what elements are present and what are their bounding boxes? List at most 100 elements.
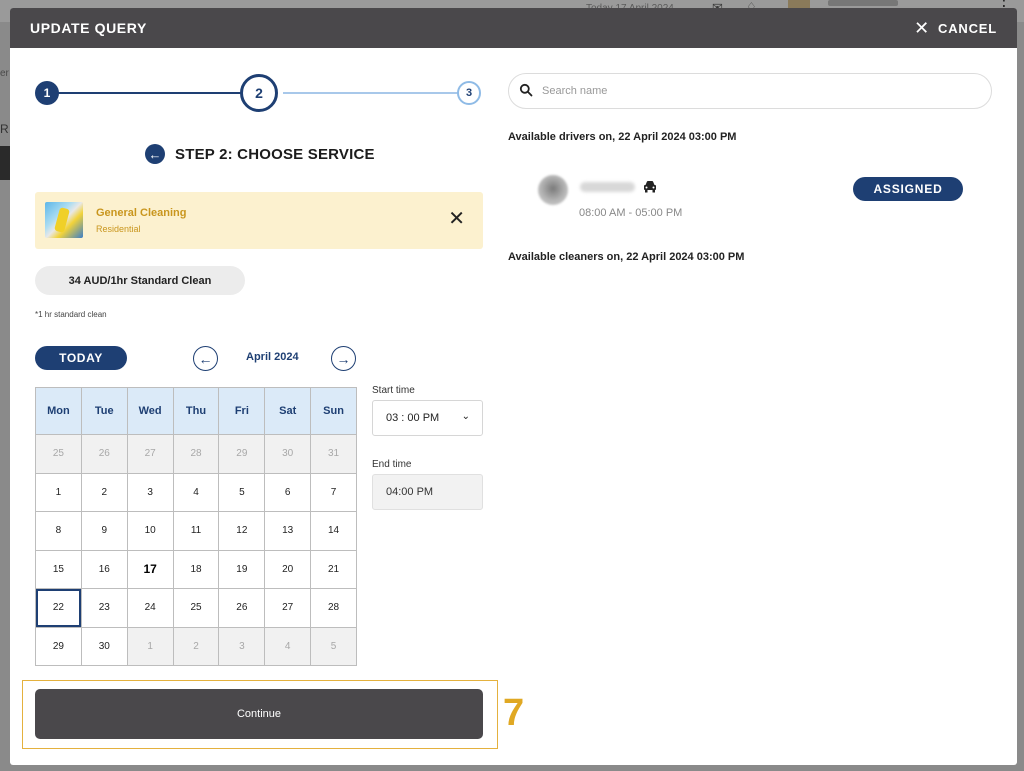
close-icon: ✕ — [914, 18, 931, 38]
calendar-day[interactable]: 11 — [172, 511, 220, 551]
calendar-day[interactable]: 25 — [172, 588, 220, 628]
calendar-day[interactable]: 2 — [172, 626, 220, 666]
weekday-header: Mon — [35, 387, 82, 435]
modal-header: UPDATE QUERY ✕ CANCEL — [10, 8, 1017, 48]
calendar-day[interactable]: 1 — [35, 472, 82, 512]
calendar-day[interactable]: 12 — [218, 511, 266, 551]
calendar-day[interactable]: 16 — [80, 549, 128, 589]
back-arrow-icon[interactable]: ← — [145, 144, 165, 164]
calendar-day[interactable]: 26 — [218, 588, 266, 628]
driver-hours: 08:00 AM - 05:00 PM — [579, 207, 683, 219]
calendar-day[interactable]: 24 — [126, 588, 174, 628]
today-button[interactable]: TODAY — [35, 346, 127, 370]
weekday-header: Wed — [126, 387, 174, 435]
end-time-label: End time — [372, 459, 412, 470]
modal-title: UPDATE QUERY — [30, 20, 147, 36]
calendar-day[interactable]: 31 — [310, 434, 357, 474]
calendar-day[interactable]: 25 — [35, 434, 82, 474]
annotation-number: 7 — [503, 692, 525, 734]
calendar-week-row: 1 2 3 4 5 6 7 — [35, 472, 357, 512]
background-avatar — [788, 0, 810, 8]
calendar-grid: Mon Tue Wed Thu Fri Sat Sun 25 26 27 28 … — [35, 387, 357, 666]
calendar-day[interactable]: 18 — [172, 549, 220, 589]
calendar-day[interactable]: 28 — [310, 588, 357, 628]
chevron-down-icon: ⌄ — [461, 411, 470, 422]
stepper-line-pending — [283, 92, 471, 94]
search-icon — [519, 83, 533, 97]
drivers-heading: Available drivers on, 22 April 2024 03:0… — [508, 131, 737, 143]
price-option-pill[interactable]: 34 AUD/1hr Standard Clean — [35, 266, 245, 295]
calendar-day[interactable]: 29 — [218, 434, 266, 474]
calendar-day[interactable]: 5 — [310, 626, 357, 666]
step-3-indicator: 3 — [457, 81, 481, 105]
calendar-day[interactable]: 15 — [35, 549, 82, 589]
search-input[interactable] — [542, 85, 962, 97]
continue-button[interactable]: Continue — [35, 689, 483, 739]
calendar-day[interactable]: 9 — [80, 511, 128, 551]
calendar-day[interactable]: 13 — [264, 511, 312, 551]
calendar-day[interactable]: 26 — [80, 434, 128, 474]
previous-month-icon[interactable]: ← — [193, 346, 218, 371]
calendar-day[interactable]: 3 — [218, 626, 266, 666]
calendar-week-row: 25 26 27 28 29 30 31 — [35, 434, 357, 474]
calendar-week-row: 15 16 17 18 19 20 21 — [35, 549, 357, 589]
calendar-day[interactable]: 20 — [264, 549, 312, 589]
assigned-button[interactable]: ASSIGNED — [853, 177, 963, 201]
next-month-icon[interactable]: → — [331, 346, 356, 371]
cancel-button[interactable]: ✕ CANCEL — [914, 19, 997, 37]
weekday-header: Thu — [172, 387, 220, 435]
cancel-label: CANCEL — [938, 20, 997, 36]
calendar-day[interactable]: 27 — [264, 588, 312, 628]
background-left-text-2: R — [0, 122, 9, 136]
calendar-week-row: 29 30 1 2 3 4 5 — [35, 626, 357, 666]
weekday-header: Sat — [264, 387, 312, 435]
start-time-select[interactable]: 03 : 00 PM ⌄ — [372, 400, 483, 436]
car-icon — [644, 181, 656, 193]
calendar-day[interactable]: 21 — [310, 549, 357, 589]
step-1-indicator: 1 — [35, 81, 59, 105]
calendar-day[interactable]: 10 — [126, 511, 174, 551]
weekday-header: Sun — [310, 387, 357, 435]
calendar-day[interactable]: 3 — [126, 472, 174, 512]
calendar-day[interactable]: 30 — [264, 434, 312, 474]
calendar-day[interactable]: 29 — [35, 626, 82, 666]
calendar-day[interactable]: 6 — [264, 472, 312, 512]
step-2-indicator: 2 — [240, 74, 278, 112]
stepper-line-complete — [47, 92, 255, 94]
calendar-weekday-row: Mon Tue Wed Thu Fri Sat Sun — [35, 387, 357, 435]
calendar-day[interactable]: 17 — [126, 549, 174, 589]
price-note: *1 hr standard clean — [35, 310, 107, 319]
calendar-day[interactable]: 4 — [264, 626, 312, 666]
calendar-day[interactable]: 5 — [218, 472, 266, 512]
calendar-day[interactable]: 22 — [35, 588, 82, 628]
update-query-modal: UPDATE QUERY ✕ CANCEL 1 2 3 ← STEP 2: CH… — [10, 8, 1017, 765]
calendar-day[interactable]: 1 — [126, 626, 174, 666]
step-title: STEP 2: CHOOSE SERVICE — [175, 145, 375, 163]
calendar-week-row: 22 23 24 25 26 27 28 — [35, 588, 357, 628]
weekday-header: Fri — [218, 387, 266, 435]
calendar-day[interactable]: 4 — [172, 472, 220, 512]
background-left-text: er — [0, 68, 9, 79]
driver-name-blurred — [580, 182, 635, 192]
end-time-field: 04:00 PM — [372, 474, 483, 510]
calendar-day[interactable]: 28 — [172, 434, 220, 474]
selected-service-card: General Cleaning Residential ✕ — [35, 192, 483, 249]
calendar-day[interactable]: 19 — [218, 549, 266, 589]
cleaners-heading: Available cleaners on, 22 April 2024 03:… — [508, 251, 745, 263]
remove-service-icon[interactable]: ✕ — [448, 209, 465, 229]
calendar-day[interactable]: 7 — [310, 472, 357, 512]
month-label: April 2024 — [246, 351, 299, 363]
calendar-day[interactable]: 30 — [80, 626, 128, 666]
service-name: General Cleaning — [96, 207, 187, 219]
calendar-day[interactable]: 8 — [35, 511, 82, 551]
calendar-day[interactable]: 27 — [126, 434, 174, 474]
weekday-header: Tue — [80, 387, 128, 435]
stepper: 1 2 3 — [35, 74, 483, 112]
avatar — [538, 175, 568, 205]
calendar-day[interactable]: 2 — [80, 472, 128, 512]
background-left-button — [0, 146, 10, 180]
calendar-day[interactable]: 14 — [310, 511, 357, 551]
calendar-day[interactable]: 23 — [80, 588, 128, 628]
step-title-row: ← STEP 2: CHOOSE SERVICE — [145, 144, 375, 164]
service-category: Residential — [96, 224, 141, 234]
